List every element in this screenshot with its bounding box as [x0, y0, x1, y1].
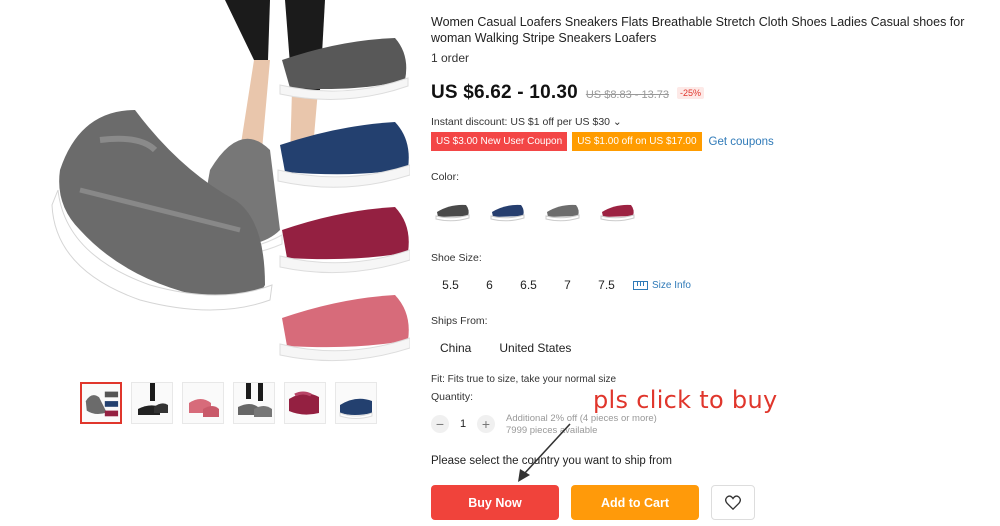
- stock-available-note: 7999 pieces available: [506, 425, 598, 436]
- buy-now-button[interactable]: Buy Now: [431, 485, 559, 520]
- thumbnail[interactable]: [182, 382, 224, 424]
- size-info-link[interactable]: Size Info: [633, 280, 691, 291]
- color-option-gray[interactable]: [544, 193, 580, 229]
- ruler-icon: [633, 280, 648, 290]
- ships-from-options: China United States: [431, 335, 991, 361]
- purchase-actions: Buy Now Add to Cart: [431, 485, 991, 520]
- original-price: US $8.83 - 13.73: [585, 89, 670, 101]
- size-option[interactable]: 6: [470, 272, 509, 298]
- thumbnail[interactable]: [284, 382, 326, 424]
- ship-country-note: Please select the country you want to sh…: [431, 455, 672, 467]
- store-coupon[interactable]: US $1.00 off on US $17.00: [572, 132, 702, 151]
- ship-option-united-states[interactable]: United States: [490, 335, 580, 361]
- thumbnail[interactable]: [335, 382, 377, 424]
- color-option-gray-black[interactable]: [434, 193, 470, 229]
- size-option[interactable]: 6.5: [509, 272, 548, 298]
- quantity-stepper: − 1 + Additional 2% off (4 pieces or mor…: [431, 411, 991, 437]
- color-option-wine-red[interactable]: [599, 193, 635, 229]
- thumbnail-strip: [80, 382, 377, 424]
- size-option[interactable]: 7.5: [587, 272, 626, 298]
- add-to-cart-button[interactable]: Add to Cart: [571, 485, 699, 520]
- annotation-text: pls click to buy: [593, 386, 778, 414]
- product-info-panel: Women Casual Loafers Sneakers Flats Brea…: [431, 14, 991, 520]
- size-info-label: Size Info: [652, 279, 691, 291]
- thumbnail[interactable]: [233, 382, 275, 424]
- ships-from-label: Ships From:: [431, 315, 488, 327]
- coupon-row: US $3.00 New User Coupon US $1.00 off on…: [431, 132, 991, 151]
- wishlist-button[interactable]: [711, 485, 755, 520]
- instant-discount-dropdown[interactable]: Instant discount: US $1 off per US $30 ⌄: [431, 116, 991, 128]
- color-options: [431, 193, 991, 229]
- ship-option-china[interactable]: China: [431, 335, 480, 361]
- size-option[interactable]: 5.5: [431, 272, 470, 298]
- shoe-collage-image: [51, 0, 410, 362]
- fit-note: Fit: Fits true to size, take your normal…: [431, 374, 617, 385]
- quantity-value[interactable]: 1: [449, 418, 477, 430]
- main-product-image[interactable]: [40, 0, 410, 370]
- thumbnail[interactable]: [131, 382, 173, 424]
- get-coupons-link[interactable]: Get coupons: [709, 136, 774, 148]
- color-label: Color:: [431, 171, 460, 183]
- heart-icon: [725, 495, 741, 510]
- thumbnail[interactable]: [80, 382, 122, 424]
- price-row: US $6.62 - 10.30 US $8.83 - 13.73 -25%: [431, 82, 991, 104]
- bulk-discount-note: Additional 2% off (4 pieces or more): [506, 413, 657, 424]
- quantity-plus-button[interactable]: +: [477, 415, 495, 433]
- order-count: 1 order: [431, 51, 470, 65]
- current-price: US $6.62 - 10.30: [431, 82, 578, 103]
- new-user-coupon[interactable]: US $3.00 New User Coupon: [431, 132, 568, 151]
- shoe-size-label: Shoe Size:: [431, 252, 482, 264]
- size-option[interactable]: 7: [548, 272, 587, 298]
- size-options: 5.5 6 6.5 7 7.5 Size Info: [431, 272, 991, 298]
- quantity-note: Additional 2% off (4 pieces or more) 799…: [506, 413, 657, 437]
- product-title: Women Casual Loafers Sneakers Flats Brea…: [431, 15, 965, 45]
- color-option-navy-blue[interactable]: [489, 193, 525, 229]
- quantity-minus-button[interactable]: −: [431, 415, 449, 433]
- discount-badge: -25%: [677, 87, 705, 99]
